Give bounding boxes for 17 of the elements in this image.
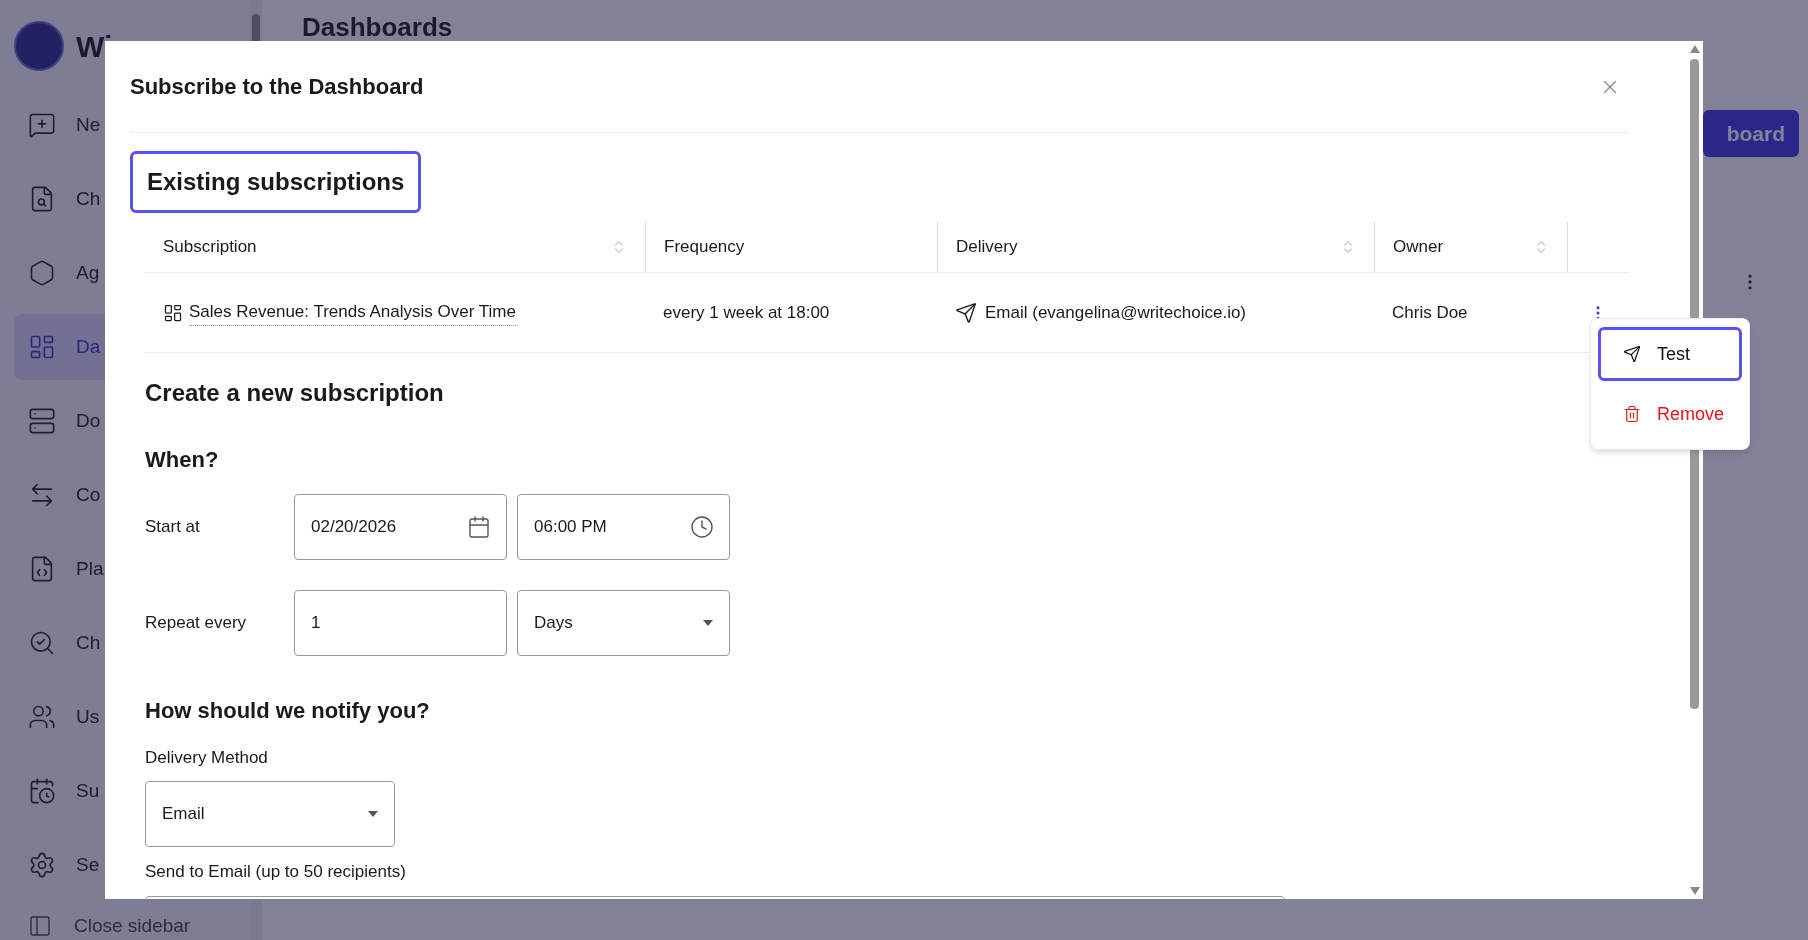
column-header: Delivery [956,235,1018,258]
section-heading: Create a new subscription [145,378,445,408]
field-label: Start at [145,516,201,539]
field-label: Repeat every [145,612,248,635]
column-header: Subscription [163,235,257,258]
column-header: Owner [1393,235,1444,258]
field-label: Send to Email (up to 50 recipients) [145,860,407,883]
table-cell-text: Email (evangelina@writechoice.io) [985,301,1247,324]
dialog-title: Subscribe to the Dashboard [130,73,424,101]
table-cell: every 1 week at 18:00 [663,302,830,322]
section-heading: Existing subscriptions [130,151,422,213]
field-label: Delivery Method [145,747,269,769]
subsection-heading: How should we notify you? [145,697,431,725]
subsection-heading: When? [145,446,220,474]
column-header: Frequency [664,235,745,258]
table-cell: Chris Doe [1392,302,1468,322]
page-title: Dashboards [302,11,453,44]
